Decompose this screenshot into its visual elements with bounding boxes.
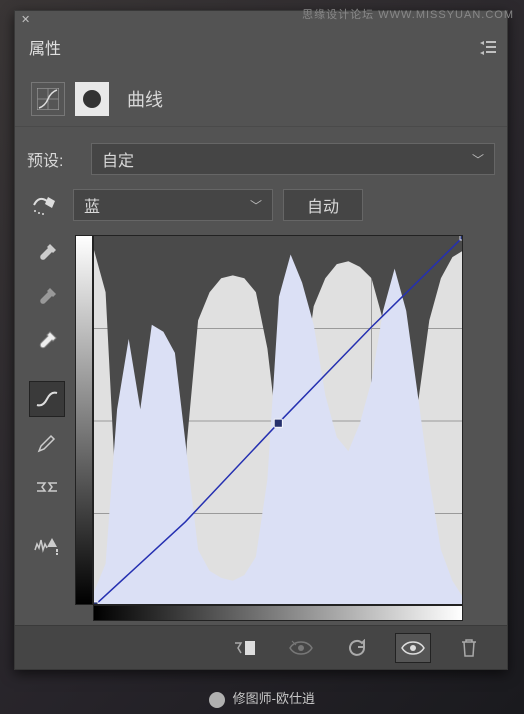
reset-icon[interactable] [339, 633, 375, 663]
visibility-icon[interactable] [395, 633, 431, 663]
curve-tools [27, 235, 67, 639]
channel-select[interactable]: 蓝 ﹀ [73, 189, 273, 221]
panel-menu-icon[interactable] [477, 37, 499, 59]
eyedropper-gray-icon[interactable] [29, 279, 65, 315]
adjustment-type-row: 曲线 [15, 71, 507, 127]
trash-icon[interactable] [451, 633, 487, 663]
close-icon[interactable]: ✕ [21, 13, 30, 26]
input-gradient-horizontal [93, 605, 463, 621]
curves-icon[interactable] [31, 82, 65, 116]
preset-value: 自定 [102, 147, 134, 171]
watermark-text: 思缘设计论坛 WWW.MISSYUAN.COM [302, 6, 514, 22]
clip-warning-icon[interactable] [29, 527, 65, 563]
curve-box [75, 235, 495, 639]
channel-value: 蓝 [84, 193, 100, 217]
preset-select[interactable]: 自定 ﹀ [91, 143, 495, 175]
output-gradient-vertical [75, 235, 93, 605]
clip-to-layer-icon[interactable] [227, 633, 263, 663]
curve-canvas[interactable] [93, 235, 463, 605]
mask-icon[interactable] [75, 82, 109, 116]
curve-handle[interactable] [274, 419, 282, 427]
view-previous-icon[interactable] [283, 633, 319, 663]
credit-text: 修图师-欧仕逍 [233, 691, 315, 706]
auto-button[interactable]: 自动 [283, 189, 363, 221]
adjustment-type-label: 曲线 [127, 86, 163, 112]
weibo-icon [209, 692, 225, 708]
curve-area [27, 235, 495, 639]
curve-handle[interactable] [460, 236, 463, 240]
eyedropper-white-icon[interactable] [29, 323, 65, 359]
panel-tabs: 属性 [15, 29, 507, 71]
chevron-down-icon: ﹀ [472, 151, 484, 168]
panel-body: 预设: 自定 ﹀ 蓝 ﹀ 自动 [15, 127, 507, 651]
tab-properties[interactable]: 属性 [15, 29, 75, 67]
point-curve-tool-icon[interactable] [29, 381, 65, 417]
credit: 修图师-欧仕逍 [0, 688, 524, 708]
smooth-tool-icon[interactable] [29, 469, 65, 505]
targeted-adjust-icon[interactable] [27, 191, 63, 219]
properties-panel: ✕ 属性 曲线 预设: 自定 ﹀ 蓝 ﹀ [14, 10, 508, 670]
eyedropper-black-icon[interactable] [29, 235, 65, 271]
preset-row: 预设: 自定 ﹀ [27, 143, 495, 175]
chevron-down-icon: ﹀ [250, 197, 262, 214]
curve-handle[interactable] [94, 602, 98, 605]
panel-footer [15, 625, 507, 669]
preset-label: 预设: [27, 147, 81, 171]
channel-row: 蓝 ﹀ 自动 [27, 189, 495, 221]
pencil-tool-icon[interactable] [29, 425, 65, 461]
